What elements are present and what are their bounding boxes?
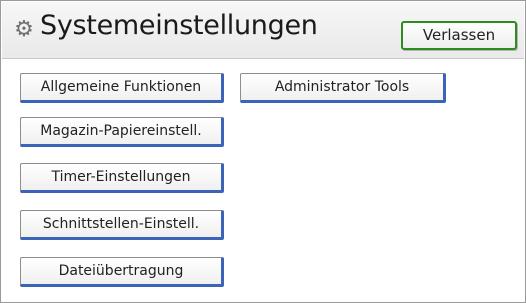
settings-menu: Allgemeine Funktionen Administrator Tool… [2,59,524,301]
file-transfer-button[interactable]: Dateiübertragung [20,257,224,287]
interface-settings-button[interactable]: Schnittstellen-Einstell. [20,210,224,240]
general-functions-button[interactable]: Allgemeine Funktionen [20,73,224,103]
page-title: Systemeinstellungen [40,10,318,41]
title-bar: ⚙ Systemeinstellungen Verlassen [2,2,524,59]
settings-window: ⚙ Systemeinstellungen Verlassen Allgemei… [0,0,526,303]
timer-settings-button[interactable]: Timer-Einstellungen [20,163,224,193]
exit-button[interactable]: Verlassen [401,21,517,50]
tray-paper-settings-button[interactable]: Magazin-Papiereinstell. [20,117,224,147]
administrator-tools-button[interactable]: Administrator Tools [240,73,446,103]
gear-icon: ⚙ [14,17,34,42]
